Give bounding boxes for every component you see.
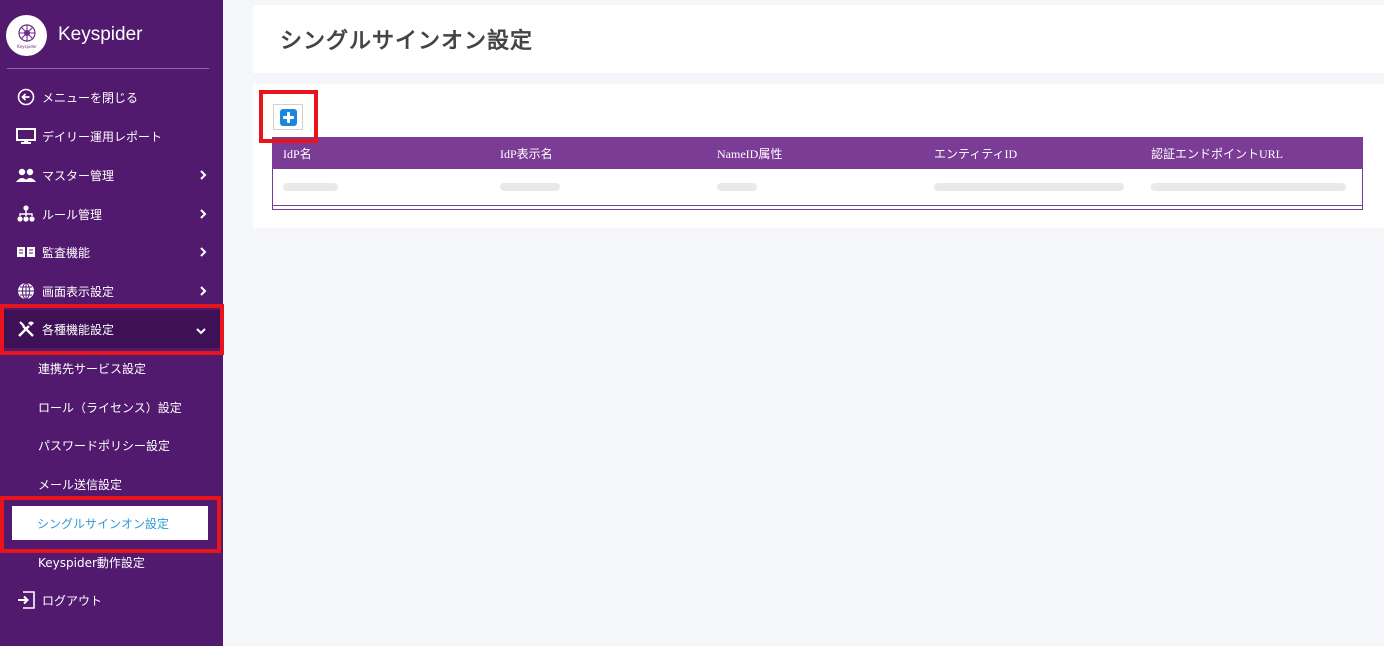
sidebar-subitem-label: ロール（ライセンス）設定 (38, 400, 182, 415)
table-cell-blurred (1141, 183, 1358, 191)
logout-icon (16, 590, 36, 610)
page-title: シングルサインオン設定 (280, 29, 534, 54)
chevron-right-icon (199, 285, 207, 300)
sidebar-item-master[interactable]: マスター管理 (0, 156, 223, 194)
sidebar-item-logout[interactable]: ログアウト (0, 581, 223, 619)
hierarchy-icon (16, 204, 36, 224)
sidebar-subitem-password-policy[interactable]: パスワードポリシー設定 (0, 426, 223, 464)
chevron-down-icon (195, 324, 207, 338)
table-cell-blurred (924, 183, 1141, 191)
tools-icon (16, 319, 36, 339)
chevron-right-icon (199, 169, 207, 184)
table-cell-blurred (490, 183, 707, 191)
logo-text: Keyspider (17, 44, 37, 49)
sidebar-item-label: メニューを閉じる (42, 90, 139, 105)
sidebar-subitem-label: シングルサインオン設定 (37, 516, 170, 531)
sidebar-subitem-label: メール送信設定 (38, 477, 123, 492)
monitor-icon (16, 126, 36, 146)
brand[interactable]: Keyspider Keyspider (6, 14, 143, 56)
sidebar-item-label: 監査機能 (42, 245, 91, 260)
sidebar-item-display-settings[interactable]: 画面表示設定 (0, 272, 223, 310)
keyspider-logo: Keyspider (6, 14, 47, 56)
sidebar-item-label: デイリー運用レポート (42, 129, 163, 144)
sidebar-item-rules[interactable]: ルール管理 (0, 195, 223, 233)
sidebar-item-close-menu[interactable]: メニューを閉じる (0, 78, 223, 116)
sidebar-item-label: マスター管理 (42, 168, 115, 183)
content-card: IdP名 IdP表示名 NameID属性 エンティティID 認証エンドポイントU… (253, 84, 1384, 228)
sso-table: IdP名 IdP表示名 NameID属性 エンティティID 認証エンドポイントU… (272, 137, 1363, 210)
sidebar-item-label: ログアウト (42, 593, 103, 608)
chevron-right-icon (199, 246, 207, 261)
table-cell-blurred (273, 183, 490, 191)
column-header-idp-display-name[interactable]: IdP表示名 (490, 145, 707, 162)
sidebar-item-label: ルール管理 (42, 207, 103, 222)
add-button[interactable] (273, 104, 303, 130)
column-header-nameid-attribute[interactable]: NameID属性 (707, 145, 924, 162)
table-cell-blurred (707, 183, 924, 191)
column-header-idp-name[interactable]: IdP名 (273, 145, 490, 162)
column-header-auth-endpoint-url[interactable]: 認証エンドポイントURL (1141, 145, 1358, 162)
sidebar-subitem-label: Keyspider動作設定 (38, 555, 145, 570)
plus-icon (279, 108, 297, 126)
sidebar-subitem-linked-services[interactable]: 連携先サービス設定 (0, 349, 223, 387)
book-icon (16, 242, 36, 262)
sidebar-item-daily-report[interactable]: デイリー運用レポート (0, 117, 223, 155)
brand-divider (7, 68, 209, 69)
sidebar-item-audit[interactable]: 監査機能 (0, 233, 223, 271)
globe-icon (16, 281, 36, 301)
arrow-left-circle-icon (16, 87, 36, 107)
table-header: IdP名 IdP表示名 NameID属性 エンティティID 認証エンドポイントU… (273, 137, 1362, 169)
column-header-entity-id[interactable]: エンティティID (924, 145, 1141, 162)
sidebar-item-label: 画面表示設定 (42, 284, 115, 299)
sidebar-subitem-mail[interactable]: メール送信設定 (0, 465, 223, 503)
brand-name: Keyspider (58, 24, 143, 45)
sidebar-subitem-label: 連携先サービス設定 (38, 361, 147, 376)
sidebar-subitem-keyspider-behavior[interactable]: Keyspider動作設定 (0, 543, 223, 581)
page-header: シングルサインオン設定 (253, 5, 1384, 73)
sidebar-subitem-label: パスワードポリシー設定 (38, 438, 171, 453)
users-icon (16, 165, 36, 185)
sidebar-subitem-roles[interactable]: ロール（ライセンス）設定 (0, 388, 223, 426)
sidebar-subitem-sso[interactable]: シングルサインオン設定 (12, 506, 208, 540)
sidebar-item-feature-settings[interactable]: 各種機能設定 (0, 310, 223, 348)
chevron-right-icon (199, 208, 207, 223)
table-row[interactable] (273, 169, 1362, 206)
sidebar: Keyspider Keyspider メニューを閉じる デイリー運用レポート … (0, 0, 223, 646)
sidebar-item-label: 各種機能設定 (42, 322, 115, 337)
